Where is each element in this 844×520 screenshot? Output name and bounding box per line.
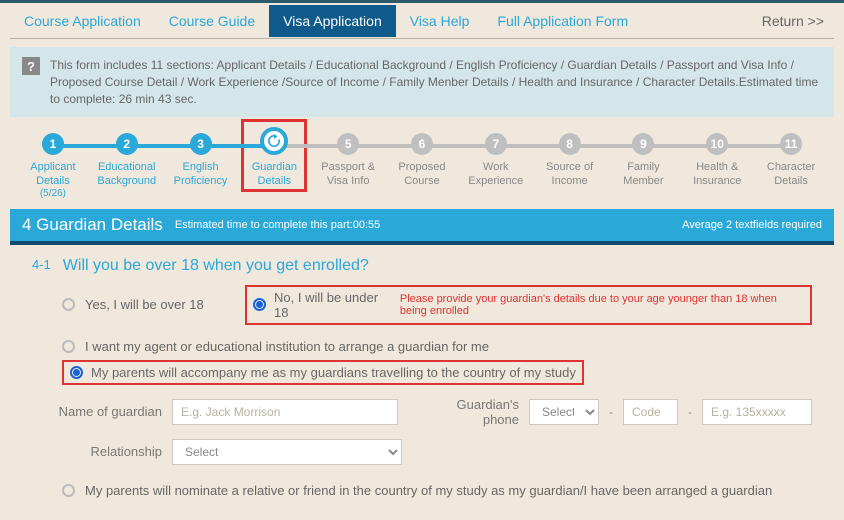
refresh-icon (266, 133, 282, 149)
guardian-phone-number-input[interactable] (702, 399, 812, 425)
dash-1: - (609, 405, 613, 419)
step-9-label: Family Member (608, 161, 678, 187)
tab-course-guide[interactable]: Course Guide (155, 5, 269, 37)
step-9[interactable]: 9 Family Member (607, 127, 681, 187)
radio-parents-accompany[interactable] (70, 366, 83, 379)
step-2[interactable]: 2 Educational Background (90, 127, 164, 187)
guardian-phone-country-select[interactable]: Select (529, 399, 599, 425)
step-10-circle: 10 (706, 133, 728, 155)
progress-stepper: 1 Applicant Details (5/26) 2 Educational… (10, 127, 834, 208)
step-1[interactable]: 1 Applicant Details (5/26) (16, 127, 90, 198)
relationship-label: Relationship (52, 444, 162, 459)
radio-over-18[interactable] (62, 298, 75, 311)
step-2-circle: 2 (116, 133, 138, 155)
radio-nominate-guardian[interactable] (62, 484, 75, 497)
radio-agent-guardian-label: I want my agent or educational instituti… (85, 339, 489, 354)
guardian-warning: Please provide your guardian's details d… (400, 293, 804, 317)
radio-over-18-label: Yes, I will be over 18 (85, 297, 235, 312)
radio-parents-accompany-label: My parents will accompany me as my guard… (91, 365, 576, 380)
step-6[interactable]: 6 Proposed Course (385, 127, 459, 187)
step-3-circle: 3 (190, 133, 212, 155)
guardian-phone-code-input[interactable] (623, 399, 678, 425)
dash-2: - (688, 405, 692, 419)
question-number: 4-1 (32, 257, 51, 275)
radio-nominate-guardian-label: My parents will nominate a relative or f… (85, 483, 772, 498)
step-1-label: Applicant Details (18, 161, 88, 187)
info-box: ? This form includes 11 sections: Applic… (10, 47, 834, 117)
info-text: This form includes 11 sections: Applican… (50, 57, 822, 107)
under-18-highlight: No, I will be under 18 Please provide yo… (245, 285, 812, 325)
step-11-circle: 11 (780, 133, 802, 155)
step-10[interactable]: 10 Health & Insurance (680, 127, 754, 187)
tab-course-application[interactable]: Course Application (10, 5, 155, 37)
step-11[interactable]: 11 Character Details (754, 127, 828, 187)
step-9-circle: 9 (632, 133, 654, 155)
step-10-label: Health & Insurance (682, 161, 752, 187)
return-link[interactable]: Return >> (752, 5, 834, 37)
step-7[interactable]: 7 Work Experience (459, 127, 533, 187)
section-average: Average 2 textfields required (682, 219, 822, 231)
tab-visa-help[interactable]: Visa Help (396, 5, 484, 37)
guardian-phone-label: Guardian's phone (418, 397, 519, 427)
question-text: Will you be over 18 when you get enrolle… (63, 257, 369, 275)
guardian-name-label: Name of guardian (52, 404, 162, 419)
step-8-label: Source of Income (535, 161, 605, 187)
parents-accompany-highlight: My parents will accompany me as my guard… (62, 360, 584, 385)
step-5[interactable]: 5 Passport & Visa Info (311, 127, 385, 187)
question-block: 4-1 Will you be over 18 when you get enr… (10, 245, 834, 510)
step-3[interactable]: 3 English Proficiency (164, 127, 238, 187)
step-5-circle: 5 (337, 133, 359, 155)
top-tabs: Course Application Course Guide Visa App… (10, 3, 834, 39)
tab-visa-application[interactable]: Visa Application (269, 5, 396, 37)
step-7-label: Work Experience (461, 161, 531, 187)
section-title: 4 Guardian Details (22, 215, 163, 235)
help-icon: ? (22, 57, 40, 75)
step-7-circle: 7 (485, 133, 507, 155)
step-5-label: Passport & Visa Info (313, 161, 383, 187)
step-3-label: English Proficiency (166, 161, 236, 187)
step-8[interactable]: 8 Source of Income (533, 127, 607, 187)
step-4[interactable]: Guardian Details (237, 127, 311, 187)
step-6-label: Proposed Course (387, 161, 457, 187)
step-2-label: Educational Background (92, 161, 162, 187)
step-1-sub: (5/26) (16, 188, 90, 199)
section-header: 4 Guardian Details Estimated time to com… (10, 209, 834, 245)
tab-full-application-form[interactable]: Full Application Form (483, 5, 642, 37)
radio-agent-guardian[interactable] (62, 340, 75, 353)
step-11-label: Character Details (756, 161, 826, 187)
step-8-circle: 8 (559, 133, 581, 155)
guardian-name-input[interactable] (172, 399, 398, 425)
relationship-select[interactable]: Select (172, 439, 402, 465)
radio-under-18[interactable] (253, 298, 266, 311)
section-estimate: Estimated time to complete this part:00:… (175, 219, 380, 231)
radio-under-18-label: No, I will be under 18 (274, 290, 384, 320)
step-1-circle: 1 (42, 133, 64, 155)
step-6-circle: 6 (411, 133, 433, 155)
